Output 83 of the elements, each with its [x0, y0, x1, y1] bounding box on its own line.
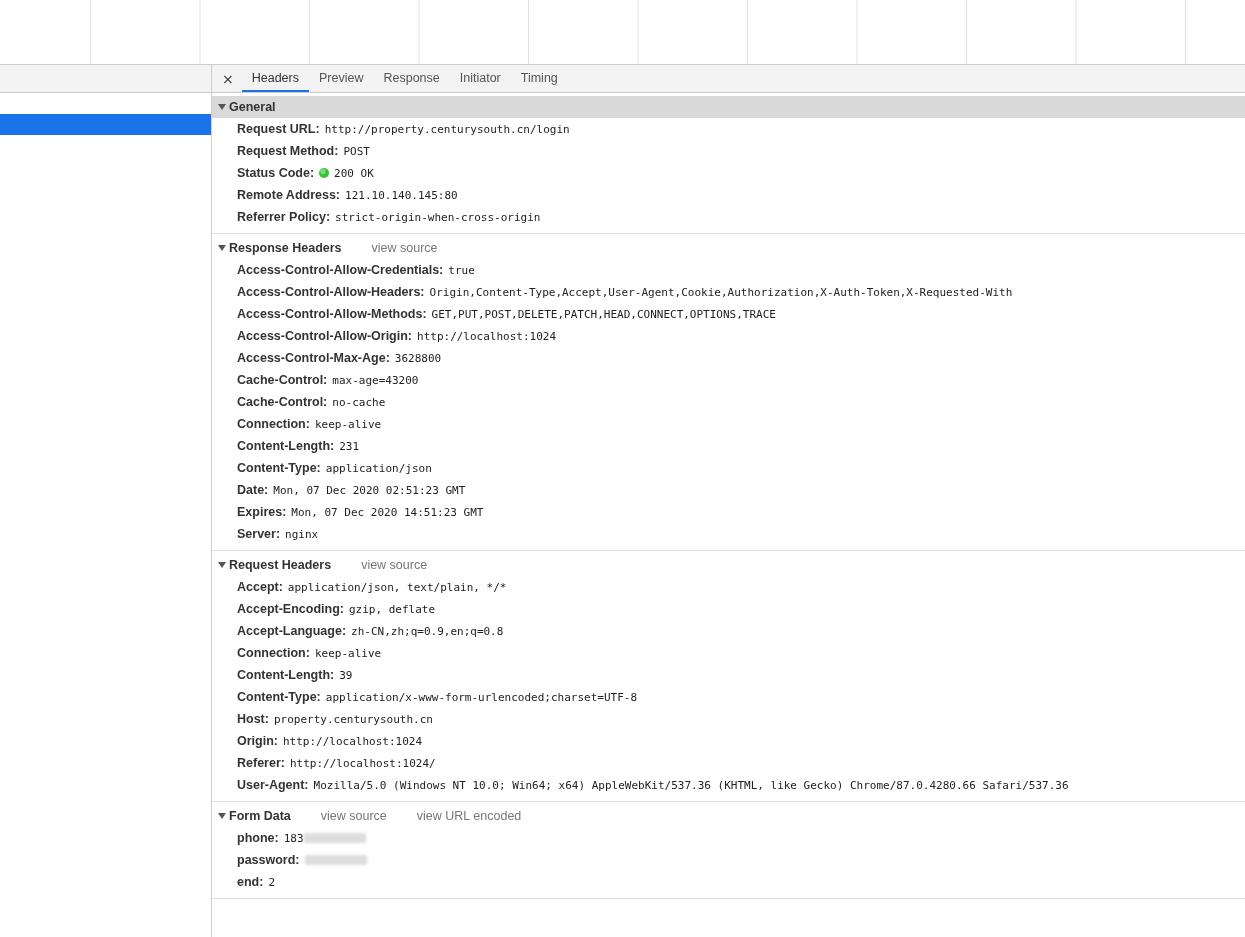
header-value: http://localhost:1024/ [289, 756, 436, 770]
header-value: application/json [325, 461, 432, 475]
header-value: application/json, text/plain, */* [287, 580, 507, 594]
header-name: Referer: [237, 756, 285, 770]
tab[interactable]: Preview [309, 65, 374, 92]
header-name: Connection: [237, 417, 310, 431]
header-name: Connection: [237, 646, 310, 660]
header-value: keep-alive [314, 646, 382, 660]
header-name: phone: [237, 831, 279, 845]
tab[interactable]: Timing [510, 65, 568, 92]
header-name: Request URL: [237, 122, 320, 136]
header-name: User-Agent: [237, 778, 309, 792]
header-name: Remote Address: [237, 188, 341, 202]
expanded-triangle-icon[interactable] [218, 813, 226, 819]
header-name: Access-Control-Allow-Headers: [237, 285, 425, 299]
header-value: POST [343, 144, 370, 158]
header-value: no-cache [332, 395, 386, 409]
header-value: nginx [285, 527, 319, 541]
header-name: Server: [237, 527, 281, 541]
header-value: zh-CN,zh;q=0.9,en;q=0.8 [351, 624, 504, 638]
header-value: 3628800 [394, 351, 442, 365]
header-value: 200 OK [334, 166, 374, 180]
header-name: Origin: [237, 734, 278, 748]
header-name: Cache-Control: [237, 395, 328, 409]
header-value: strict-origin-when-cross-origin [335, 210, 541, 224]
header-value: 183 [283, 831, 304, 845]
header-name: password: [237, 853, 300, 867]
expanded-triangle-icon[interactable] [218, 562, 226, 568]
header-name: Accept-Language: [237, 624, 347, 638]
header-name: Cache-Control: [237, 373, 328, 387]
section-title: Form Data [229, 809, 291, 823]
header-value: GET,PUT,POST,DELETE,PATCH,HEAD,CONNECT,OPTIONS,TRACE [431, 307, 776, 321]
header-name: Expires: [237, 505, 287, 519]
header-name: Status Code: [237, 166, 315, 180]
header-name: end: [237, 875, 264, 889]
tab[interactable]: Headers [241, 65, 309, 92]
header-name: Content-Type: [237, 461, 321, 475]
header-name: Date: [237, 483, 269, 497]
header-value: gzip, deflate [348, 602, 436, 616]
tab[interactable]: Initiator [449, 65, 511, 92]
header-name: Access-Control-Max-Age: [237, 351, 390, 365]
header-name: Accept-Encoding: [237, 602, 344, 616]
header-value: true [448, 263, 475, 277]
expanded-triangle-icon[interactable] [218, 104, 226, 110]
header-name: Access-Control-Allow-Origin: [237, 329, 412, 343]
header-value: 121.10.140.145:80 [345, 188, 458, 202]
view-source-link[interactable]: view source [361, 558, 428, 572]
header-name: Request Method: [237, 144, 339, 158]
section-header[interactable]: General [212, 96, 1245, 118]
close-button[interactable]: × [218, 65, 242, 92]
header-name: Content-Length: [237, 668, 335, 682]
view-source-link[interactable]: view source [320, 809, 387, 823]
header-value: http://localhost:1024 [282, 734, 423, 748]
header-value: http://localhost:1024 [417, 329, 557, 343]
header-value: max-age=43200 [332, 373, 419, 387]
header-value: keep-alive [314, 417, 382, 431]
tab[interactable]: Response [373, 65, 450, 92]
header-name: Accept: [237, 580, 283, 594]
header-value: property.centurysouth.cn [273, 712, 433, 726]
view-source-link[interactable]: view source [371, 241, 438, 255]
header-name: Access-Control-Allow-Methods: [237, 307, 427, 321]
section-header[interactable]: Response Headers view source [212, 237, 1245, 259]
header-value: Mon, 07 Dec 2020 14:51:23 GMT [291, 505, 484, 519]
section-header[interactable]: Request Headers view source [212, 554, 1245, 576]
header-value: 2 [268, 875, 275, 889]
header-name: Access-Control-Allow-Credentials: [237, 263, 444, 277]
header-value: http://property.centurysouth.cn/login [324, 122, 570, 136]
view-source-link[interactable]: view URL encoded [416, 809, 522, 823]
header-name: Content-Type: [237, 690, 321, 704]
header-value: application/x-www-form-urlencoded;charset=UTF-8 [325, 690, 638, 704]
header-value: 231 [339, 439, 360, 453]
section-title: Response Headers [229, 241, 342, 255]
header-value: Mon, 07 Dec 2020 02:51:23 GMT [273, 483, 466, 497]
section-title: General [229, 100, 276, 114]
section-title: Request Headers [229, 558, 332, 572]
header-value: 39 [339, 668, 353, 682]
header-value: Origin,Content-Type,Accept,User-Agent,Cookie,Authorization,X-Auth-Token,X-Requested-With [429, 285, 1013, 299]
header-name: Referrer Policy: [237, 210, 331, 224]
header-name: Content-Length: [237, 439, 335, 453]
header-value: Mozilla/5.0 (Windows NT 10.0; Win64; x64) AppleWebKit/537.36 (KHTML, like Gecko) Chrome/87.0.4280.66 Safari/537.36 [313, 778, 1069, 792]
section-header[interactable]: Form Data view source view URL encoded [212, 805, 1245, 827]
header-name: Host: [237, 712, 269, 726]
expanded-triangle-icon[interactable] [218, 245, 226, 251]
